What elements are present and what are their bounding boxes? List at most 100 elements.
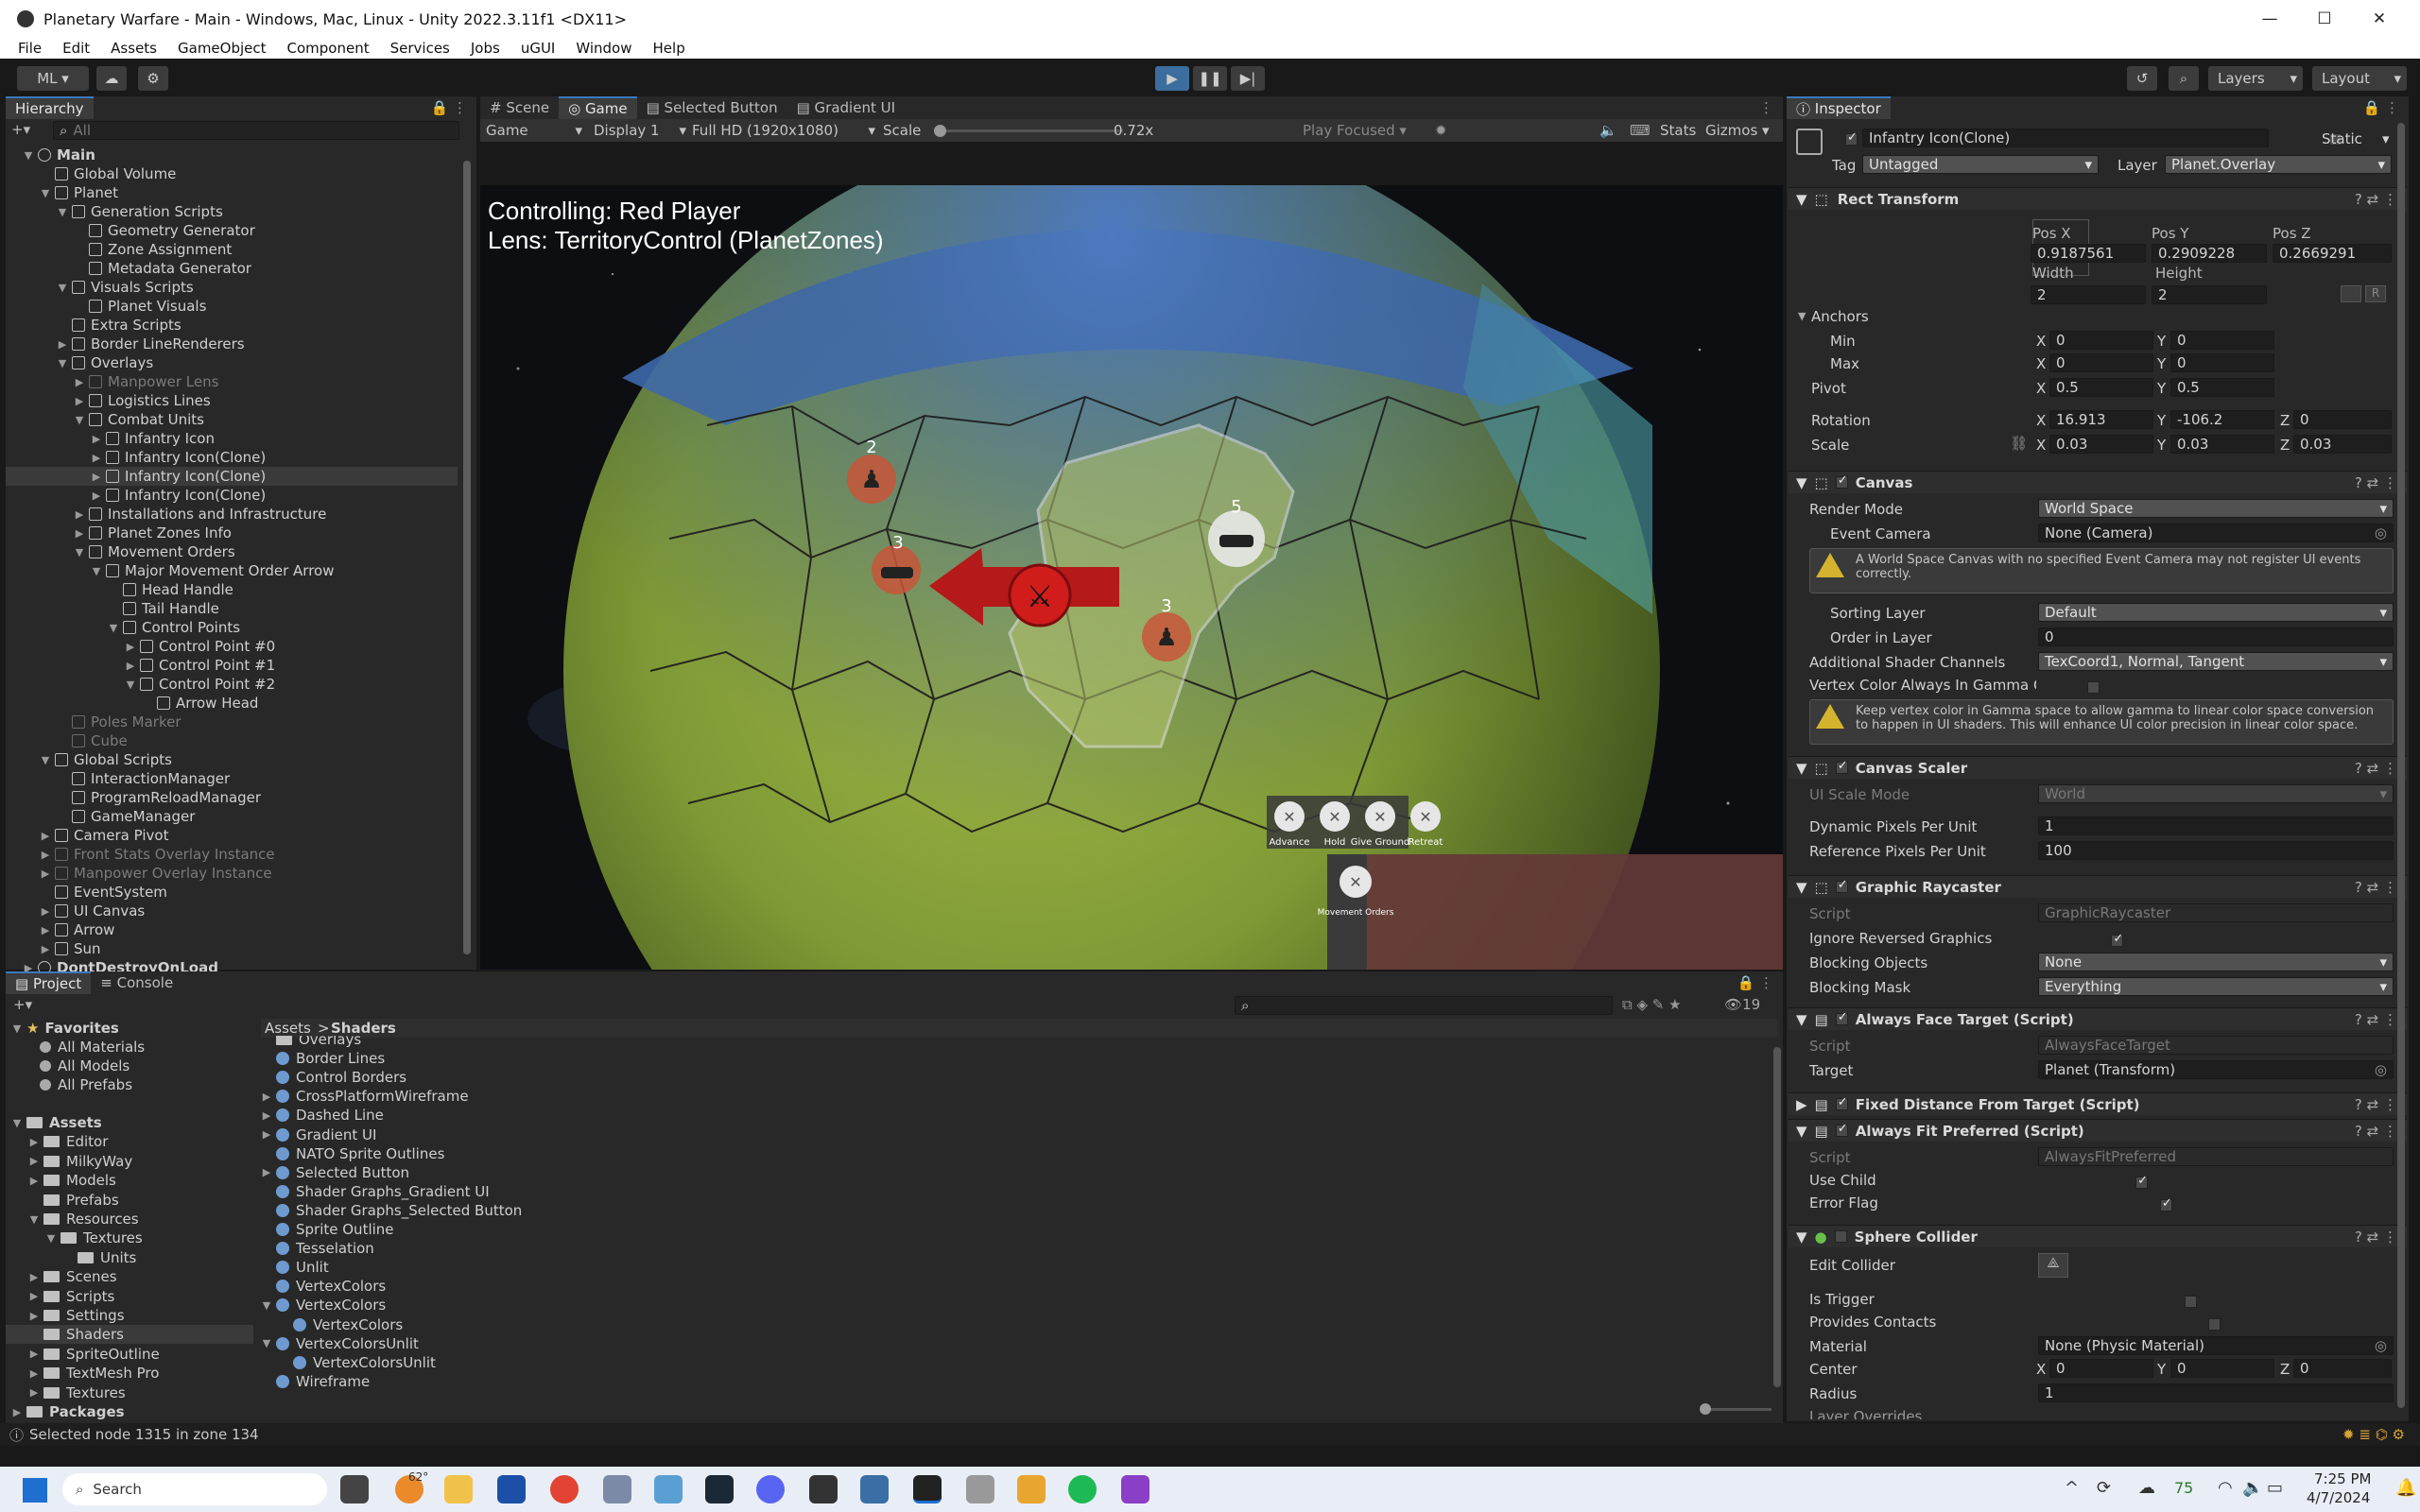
folder-tree-item[interactable]: ▶ SpriteOutline <box>6 1345 253 1364</box>
expand-arrow-icon[interactable]: ▶ <box>261 1166 272 1178</box>
account-dropdown[interactable]: ML ▾ <box>17 66 89 91</box>
expand-arrow-icon[interactable]: ▼ <box>261 1337 272 1349</box>
expand-arrow-icon[interactable]: ▼ <box>23 149 34 162</box>
favorites-header[interactable]: ▼ ★ Favorites <box>11 1019 119 1038</box>
hierarchy-item[interactable]: ▼ Main <box>6 146 458 164</box>
tab-hierarchy[interactable]: Hierarchy <box>6 96 94 119</box>
hierarchy-item[interactable]: ▶ Control Point #1 <box>6 656 458 675</box>
asset-item[interactable]: Shader Graphs_Selected Button <box>261 1201 522 1220</box>
expand-arrow-icon[interactable]: ▶ <box>261 1128 272 1141</box>
folder-tree-item[interactable]: ▼ Textures <box>6 1228 253 1247</box>
asset-item[interactable]: Wireframe <box>261 1372 370 1391</box>
resolution-dropdown[interactable]: Full HD (1920x1080) ▾ <box>692 122 881 139</box>
center-x[interactable]: 0 <box>2049 1359 2153 1378</box>
favorite-all-materials[interactable]: All Materials <box>40 1038 145 1057</box>
hierarchy-item[interactable]: ▶ Control Point #0 <box>6 637 458 656</box>
hierarchy-item[interactable]: Arrow Head <box>6 694 458 713</box>
asset-item[interactable]: Sprite Outline <box>261 1220 394 1239</box>
link-icon[interactable]: ⛓ <box>2010 435 2028 452</box>
layer-overrides-label[interactable]: Layer Overrides <box>1809 1408 1922 1419</box>
hierarchy-item[interactable]: Zone Assignment <box>6 240 458 259</box>
blueprint-mode-button[interactable] <box>2341 285 2361 302</box>
menu-file[interactable]: File <box>0 40 52 57</box>
folder-tree-item[interactable]: Units <box>6 1248 253 1267</box>
hierarchy-item[interactable]: ▶ Infantry Icon <box>6 429 458 448</box>
expand-arrow-icon[interactable]: ▶ <box>40 868 51 880</box>
shader-channels-dropdown[interactable]: TexCoord1, Normal, Tangent ▾ <box>2038 652 2394 671</box>
battery-icon[interactable]: ▭ <box>2267 1478 2283 1498</box>
inspector-scrollbar[interactable] <box>2397 123 2405 1408</box>
hierarchy-item[interactable]: Cube <box>6 731 458 750</box>
asset-item[interactable]: Tesselation <box>261 1239 374 1258</box>
hierarchy-item[interactable]: ▶ Manpower Overlay Instance <box>6 864 458 883</box>
hierarchy-item[interactable]: Head Handle <box>6 580 458 599</box>
expand-arrow-icon[interactable]: ▶ <box>40 830 51 842</box>
anchors-max-x[interactable]: 0 <box>2049 353 2153 372</box>
folder-tree-item[interactable]: ▶ Editor <box>6 1132 253 1151</box>
width-field[interactable]: 2 <box>2031 285 2146 304</box>
hierarchy-item[interactable]: Global Volume <box>6 164 458 183</box>
mute-icon[interactable]: 🔈 <box>1599 122 1617 139</box>
hierarchy-item[interactable]: ▶ UI Canvas <box>6 902 458 920</box>
view-menu-icon[interactable]: ⋮ <box>1759 99 1773 116</box>
hierarchy-item[interactable]: ▶ Manpower Lens <box>6 372 458 391</box>
canvas-header[interactable]: ▼⬚Canvas? ⇄ ⋮ <box>1789 471 2407 493</box>
expand-arrow-icon[interactable]: ▶ <box>74 508 85 521</box>
bug-icon[interactable]: ✹ <box>1435 122 1447 139</box>
windows-start-icon[interactable] <box>23 1478 47 1503</box>
favorite-all-prefabs[interactable]: All Prefabs <box>40 1075 132 1094</box>
layers-dropdown[interactable]: Layers ▾ <box>2208 66 2303 91</box>
breadcrumb-assets[interactable]: Assets <box>265 1020 311 1037</box>
center-z[interactable]: 0 <box>2293 1359 2392 1378</box>
add-icon[interactable]: +▾ <box>11 121 40 140</box>
scale-y[interactable]: 0.03 <box>2170 435 2274 454</box>
ui-scale-mode-dropdown[interactable]: World ▾ <box>2038 784 2394 803</box>
raw-edit-button[interactable]: R <box>2365 285 2386 302</box>
pivot-x[interactable]: 0.5 <box>2049 378 2153 397</box>
project-scrollbar[interactable] <box>1773 1047 1781 1387</box>
tab-console[interactable]: ≡ Console <box>91 971 182 994</box>
tab-scene[interactable]: # Scene <box>480 96 559 119</box>
target-field[interactable]: Planet (Transform) ◎ <box>2038 1060 2394 1079</box>
hierarchy-item[interactable]: EventSystem <box>6 883 458 902</box>
menu-jobs[interactable]: Jobs <box>460 40 510 57</box>
object-name-field[interactable]: Infantry Icon(Clone) <box>1862 129 2269 147</box>
static-dropdown-icon[interactable]: ▾ <box>2382 130 2390 147</box>
hierarchy-item[interactable]: ▼ Combat Units <box>6 410 458 429</box>
keyboard-icon[interactable]: ⌨ <box>1630 122 1651 139</box>
anchors-min-y[interactable]: 0 <box>2170 331 2274 350</box>
is-trigger-checkbox[interactable] <box>2184 1296 2197 1308</box>
lock-icon[interactable]: 🔒 ⋮ <box>431 99 467 116</box>
task-view-icon[interactable] <box>340 1475 369 1503</box>
search-icon[interactable]: ⌕ <box>2169 66 2199 91</box>
tab-gradient-ui[interactable]: ▤ Gradient UI <box>787 96 905 119</box>
layer-dropdown[interactable]: Planet.Overlay ▾ <box>2165 155 2392 174</box>
security-icon[interactable] <box>497 1475 526 1503</box>
hidden-count[interactable]: 👁19 <box>1724 996 1760 1013</box>
asset-item[interactable]: ▶ Gradient UI <box>261 1125 377 1144</box>
breadcrumb-shaders[interactable]: Shaders <box>331 1020 396 1037</box>
hierarchy-item[interactable]: InteractionManager <box>6 769 458 788</box>
expand-arrow-icon[interactable]: ▶ <box>28 1386 40 1399</box>
close-button[interactable]: ✕ <box>2352 0 2407 38</box>
step-button[interactable]: ▶| <box>1231 66 1265 91</box>
fixed-distance-header[interactable]: ▶▤Fixed Distance From Target (Script)? ⇄… <box>1789 1092 2407 1115</box>
hierarchy-item[interactable]: ▶ Infantry Icon(Clone) <box>6 467 458 486</box>
anchors-min-x[interactable]: 0 <box>2049 331 2153 350</box>
menu-services[interactable]: Services <box>380 40 460 57</box>
rotation-z[interactable]: 0 <box>2293 410 2392 429</box>
expand-arrow-icon[interactable]: ▶ <box>28 1155 40 1167</box>
minimize-button[interactable]: — <box>2242 0 2297 38</box>
asset-item[interactable]: Shader Graphs_Gradient UI <box>261 1182 490 1201</box>
menu-window[interactable]: Window <box>565 40 642 57</box>
always-face-target-header[interactable]: ▼▤Always Face Target (Script)? ⇄ ⋮ <box>1789 1007 2407 1030</box>
collab-icon[interactable]: ⚙ <box>138 66 168 91</box>
expand-arrow-icon[interactable]: ▶ <box>28 1271 40 1283</box>
expand-arrow-icon[interactable]: ▶ <box>91 433 102 445</box>
tray-badge[interactable]: 75 <box>2174 1479 2193 1497</box>
hierarchy-item[interactable]: Tail Handle <box>6 599 458 618</box>
project-search[interactable]: ⌕ <box>1235 996 1613 1015</box>
always-fit-preferred-header[interactable]: ▼▤Always Fit Preferred (Script)? ⇄ ⋮ <box>1789 1119 2407 1142</box>
hierarchy-item[interactable]: ▶ Arrow <box>6 920 458 939</box>
expand-arrow-icon[interactable]: ▼ <box>57 282 68 294</box>
